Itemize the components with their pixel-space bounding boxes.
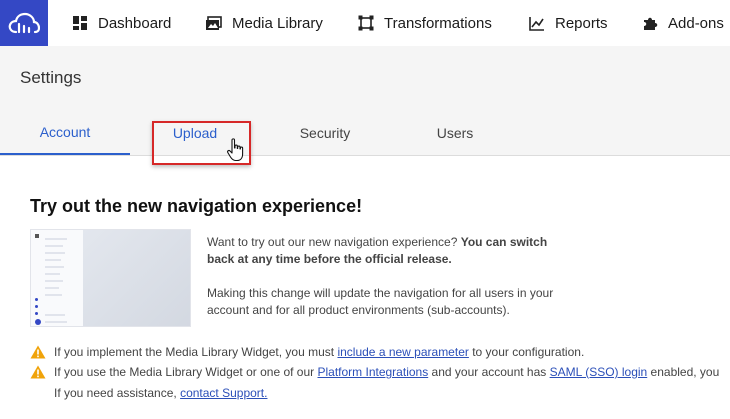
nav-label-transformations: Transformations (384, 14, 492, 32)
puzzle-icon (644, 17, 658, 30)
tab-security-label: Security (299, 124, 351, 141)
warning-icon (30, 345, 46, 359)
nav-label-media-library: Media Library (232, 14, 323, 32)
cloud-logo-icon (8, 12, 40, 34)
hand-cursor-icon (227, 138, 244, 162)
tab-account-label: Account (39, 123, 91, 140)
nav-label-add-ons: Add-ons (668, 14, 724, 32)
warning-note-2: If you use the Media Library Widget or o… (30, 365, 719, 379)
page-title: Settings (20, 68, 82, 87)
top-navigation: Dashboard Media Library Transformations … (0, 0, 730, 46)
nav-item-add-ons[interactable]: Add-ons (642, 0, 724, 46)
reports-icon (529, 16, 544, 31)
dashboard-icon (73, 16, 87, 30)
preview-sidebar (31, 230, 83, 326)
platform-integrations-link[interactable]: Platform Integrations (317, 365, 428, 379)
cloudinary-logo[interactable] (0, 0, 48, 46)
nav-item-media-library[interactable]: Media Library (205, 0, 323, 46)
preview-main-area (83, 230, 190, 326)
assistance-note: If you need assistance, contact Support. (54, 386, 268, 400)
intro-paragraph: Want to try out our new navigation exper… (207, 235, 548, 266)
media-library-icon (206, 15, 222, 30)
tab-account[interactable]: Account (0, 110, 130, 155)
section-heading: Try out the new navigation experience! (30, 196, 363, 216)
nav-item-transformations[interactable]: Transformations (358, 0, 492, 46)
settings-tabs: Account Upload Security Users (0, 110, 730, 156)
tab-security[interactable]: Security (260, 110, 390, 155)
contact-support-link[interactable]: contact Support. (180, 386, 267, 400)
settings-header (0, 46, 730, 110)
tab-users[interactable]: Users (390, 110, 520, 155)
nav-item-dashboard[interactable]: Dashboard (72, 0, 171, 46)
include-parameter-link[interactable]: include a new parameter (337, 345, 468, 359)
warning-text-1: If you implement the Media Library Widge… (54, 345, 585, 359)
warning-text-2: If you use the Media Library Widget or o… (54, 365, 720, 379)
info-paragraph: Making this change will update the navig… (207, 286, 554, 317)
warning-note-1: If you implement the Media Library Widge… (30, 345, 584, 359)
tab-users-label: Users (436, 124, 474, 141)
nav-label-dashboard: Dashboard (98, 14, 172, 32)
nav-item-reports[interactable]: Reports (529, 0, 608, 46)
navigation-preview-image (30, 229, 191, 327)
transformations-icon (358, 15, 374, 31)
saml-sso-login-link[interactable]: SAML (SSO) login (550, 365, 648, 379)
warning-icon (30, 365, 46, 379)
nav-label-reports: Reports (555, 14, 608, 32)
